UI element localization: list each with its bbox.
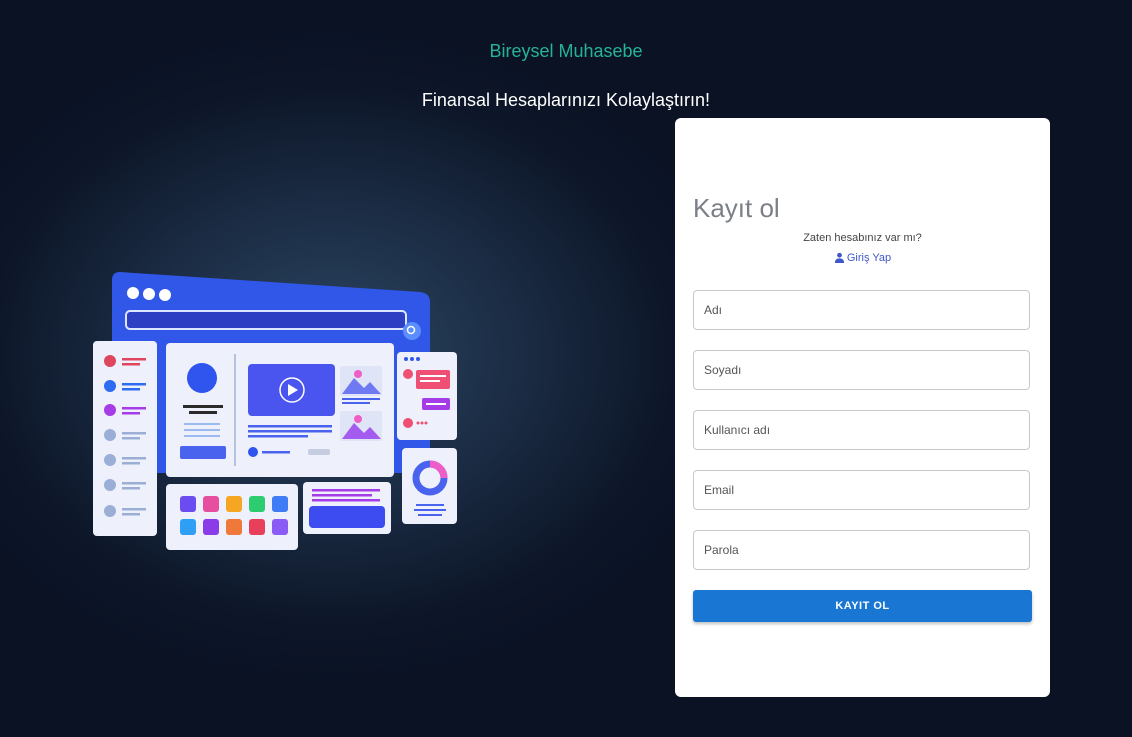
login-link[interactable]: Giriş Yap [675, 252, 1050, 266]
password-input[interactable] [694, 531, 1029, 569]
username-input[interactable] [694, 411, 1029, 449]
page-tagline: Finansal Hesaplarınızı Kolaylaştırın! [421, 90, 711, 110]
brand-title: Bireysel Muhasebe [489, 41, 643, 61]
first-name-field [693, 290, 1030, 330]
username-field [693, 410, 1030, 450]
web-dashboard-illustration [90, 268, 462, 558]
register-title: Kayıt ol [693, 193, 780, 223]
email-field [693, 470, 1030, 510]
register-card: Kayıt ol Zaten hesabınız var mı? Giriş Y… [675, 118, 1050, 697]
first-name-input[interactable] [694, 291, 1029, 329]
password-field [693, 530, 1030, 570]
email-input[interactable] [694, 471, 1029, 509]
last-name-field [693, 350, 1030, 390]
last-name-input[interactable] [694, 351, 1029, 389]
already-have-account-text: Zaten hesabınız var mı? [803, 232, 922, 244]
register-submit-button[interactable]: KAYIT OL [693, 590, 1032, 622]
login-link-label: Giriş Yap [846, 252, 892, 264]
person-icon [834, 252, 845, 266]
